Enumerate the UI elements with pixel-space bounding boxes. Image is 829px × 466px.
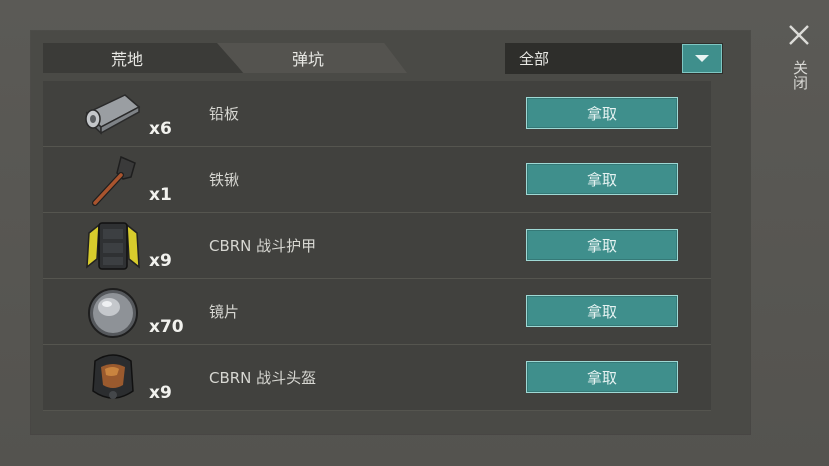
- item-name: CBRN 战斗头盔: [209, 369, 317, 387]
- item-name: 铅板: [209, 105, 240, 123]
- take-button[interactable]: 拿取: [526, 229, 678, 261]
- list-item: x9 CBRN 战斗头盔 拿取: [43, 345, 711, 411]
- take-button[interactable]: 拿取: [526, 295, 678, 327]
- item-name: 铁锹: [209, 171, 240, 189]
- close-label[interactable]: 关闭: [790, 60, 809, 90]
- lens-icon: [88, 288, 138, 338]
- item-quantity: x9: [149, 251, 172, 271]
- item-quantity: x6: [149, 119, 172, 139]
- armor-vest-icon: [86, 222, 140, 270]
- tab-crater[interactable]: 弹坑: [217, 43, 407, 73]
- list-item: x9 CBRN 战斗护甲 拿取: [43, 213, 711, 279]
- take-button[interactable]: 拿取: [526, 97, 678, 129]
- lead-sheet-roll-icon: [85, 94, 141, 135]
- take-button[interactable]: 拿取: [526, 361, 678, 393]
- item-quantity: x1: [149, 185, 172, 205]
- loot-panel: 荒地 弹坑 全部 x6 铅板 拿取 x1 铁锹 拿取 x9 CBRN 战斗护甲 …: [31, 31, 750, 434]
- chevron-down-icon: [695, 55, 709, 62]
- item-quantity: x70: [149, 317, 184, 337]
- dropdown-toggle-button[interactable]: [682, 44, 722, 73]
- shovel-icon: [92, 155, 136, 206]
- close-icon[interactable]: [787, 23, 811, 47]
- list-item: x70 镜片 拿取: [43, 279, 711, 345]
- gas-mask-helmet-icon: [92, 354, 134, 399]
- filter-dropdown[interactable]: 全部: [505, 43, 723, 74]
- filter-value: 全部: [519, 50, 550, 68]
- tab-label: 弹坑: [291, 50, 324, 69]
- list-item: x6 铅板 拿取: [43, 81, 711, 147]
- item-name: 镜片: [209, 303, 240, 321]
- tab-wasteland[interactable]: 荒地: [43, 43, 243, 73]
- tab-label: 荒地: [110, 50, 143, 69]
- take-button[interactable]: 拿取: [526, 163, 678, 195]
- item-name: CBRN 战斗护甲: [209, 237, 317, 255]
- list-item: x1 铁锹 拿取: [43, 147, 711, 213]
- item-list[interactable]: x6 铅板 拿取 x1 铁锹 拿取 x9 CBRN 战斗护甲 拿取 x70 镜片…: [43, 81, 711, 411]
- item-quantity: x9: [149, 383, 172, 403]
